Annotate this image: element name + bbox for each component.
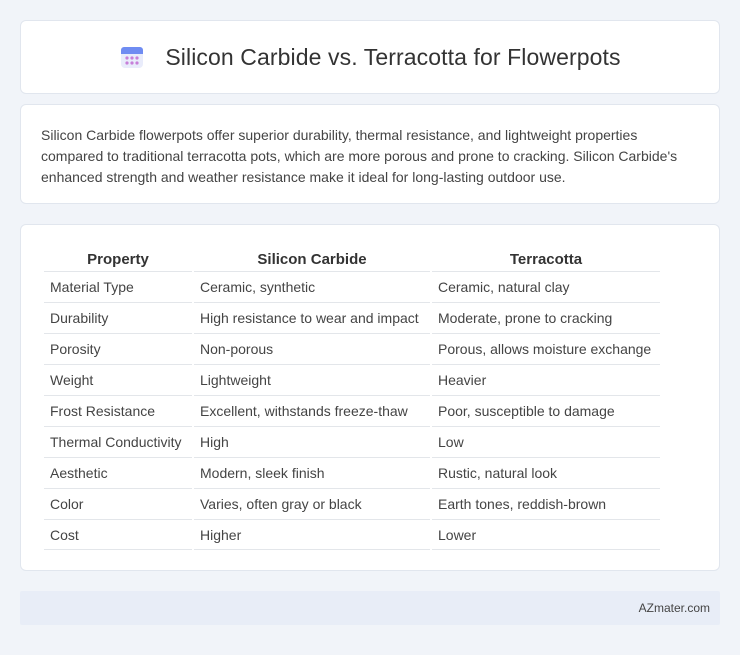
table-row: Weight Lightweight Heavier [44,364,660,395]
property-cell: Cost [44,519,192,550]
silicon-carbide-cell: High [194,426,430,457]
terracotta-cell: Lower [432,519,660,550]
terracotta-cell: Poor, susceptible to damage [432,395,660,426]
footer: AZmater.com [20,591,720,625]
column-header-silicon-carbide: Silicon Carbide [257,250,367,268]
calendar-icon [119,44,145,70]
table-row: Aesthetic Modern, sleek finish Rustic, n… [44,457,660,488]
terracotta-cell: Rustic, natural look [432,457,660,488]
table-row: Frost Resistance Excellent, withstands f… [44,395,660,426]
silicon-carbide-cell: Higher [194,519,430,550]
property-cell: Weight [44,364,192,395]
terracotta-cell: Heavier [432,364,660,395]
table-row: Color Varies, often gray or black Earth … [44,488,660,519]
terracotta-cell: Low [432,426,660,457]
terracotta-cell: Porous, allows moisture exchange [432,333,660,364]
silicon-carbide-cell: Lightweight [194,364,430,395]
table-row: Cost Higher Lower [44,519,660,550]
silicon-carbide-cell: Modern, sleek finish [194,457,430,488]
table-row: Durability High resistance to wear and i… [44,302,660,333]
column-header-terracotta: Terracotta [509,250,583,268]
comparison-table: Property Silicon Carbide Terracotta Mate… [42,245,662,550]
property-cell: Material Type [44,271,192,302]
table-row: Porosity Non-porous Porous, allows moist… [44,333,660,364]
silicon-carbide-cell: Non-porous [194,333,430,364]
table-row: Thermal Conductivity High Low [44,426,660,457]
property-cell: Aesthetic [44,457,192,488]
silicon-carbide-cell: Varies, often gray or black [194,488,430,519]
intro-card: Silicon Carbide flowerpots offer superio… [20,104,720,204]
property-cell: Durability [44,302,192,333]
silicon-carbide-cell: Ceramic, synthetic [194,271,430,302]
terracotta-cell: Moderate, prone to cracking [432,302,660,333]
property-cell: Frost Resistance [44,395,192,426]
terracotta-cell: Ceramic, natural clay [432,271,660,302]
silicon-carbide-cell: High resistance to wear and impact [194,302,430,333]
property-cell: Porosity [44,333,192,364]
page-title: Silicon Carbide vs. Terracotta for Flowe… [165,43,621,70]
comparison-card: Property Silicon Carbide Terracotta Mate… [20,224,720,571]
property-cell: Thermal Conductivity [44,426,192,457]
column-header-property: Property [87,250,149,268]
intro-paragraph: Silicon Carbide flowerpots offer superio… [41,127,678,185]
title-wrap: Silicon Carbide vs. Terracotta for Flowe… [119,43,621,71]
table-row: Material Type Ceramic, synthetic Ceramic… [44,271,660,302]
silicon-carbide-cell: Excellent, withstands freeze-thaw [194,395,430,426]
terracotta-cell: Earth tones, reddish-brown [432,488,660,519]
title-card: Silicon Carbide vs. Terracotta for Flowe… [20,20,720,94]
property-cell: Color [44,488,192,519]
table-header-row: Property Silicon Carbide Terracotta [44,245,660,271]
footer-site-name: AZmater.com [638,601,710,615]
